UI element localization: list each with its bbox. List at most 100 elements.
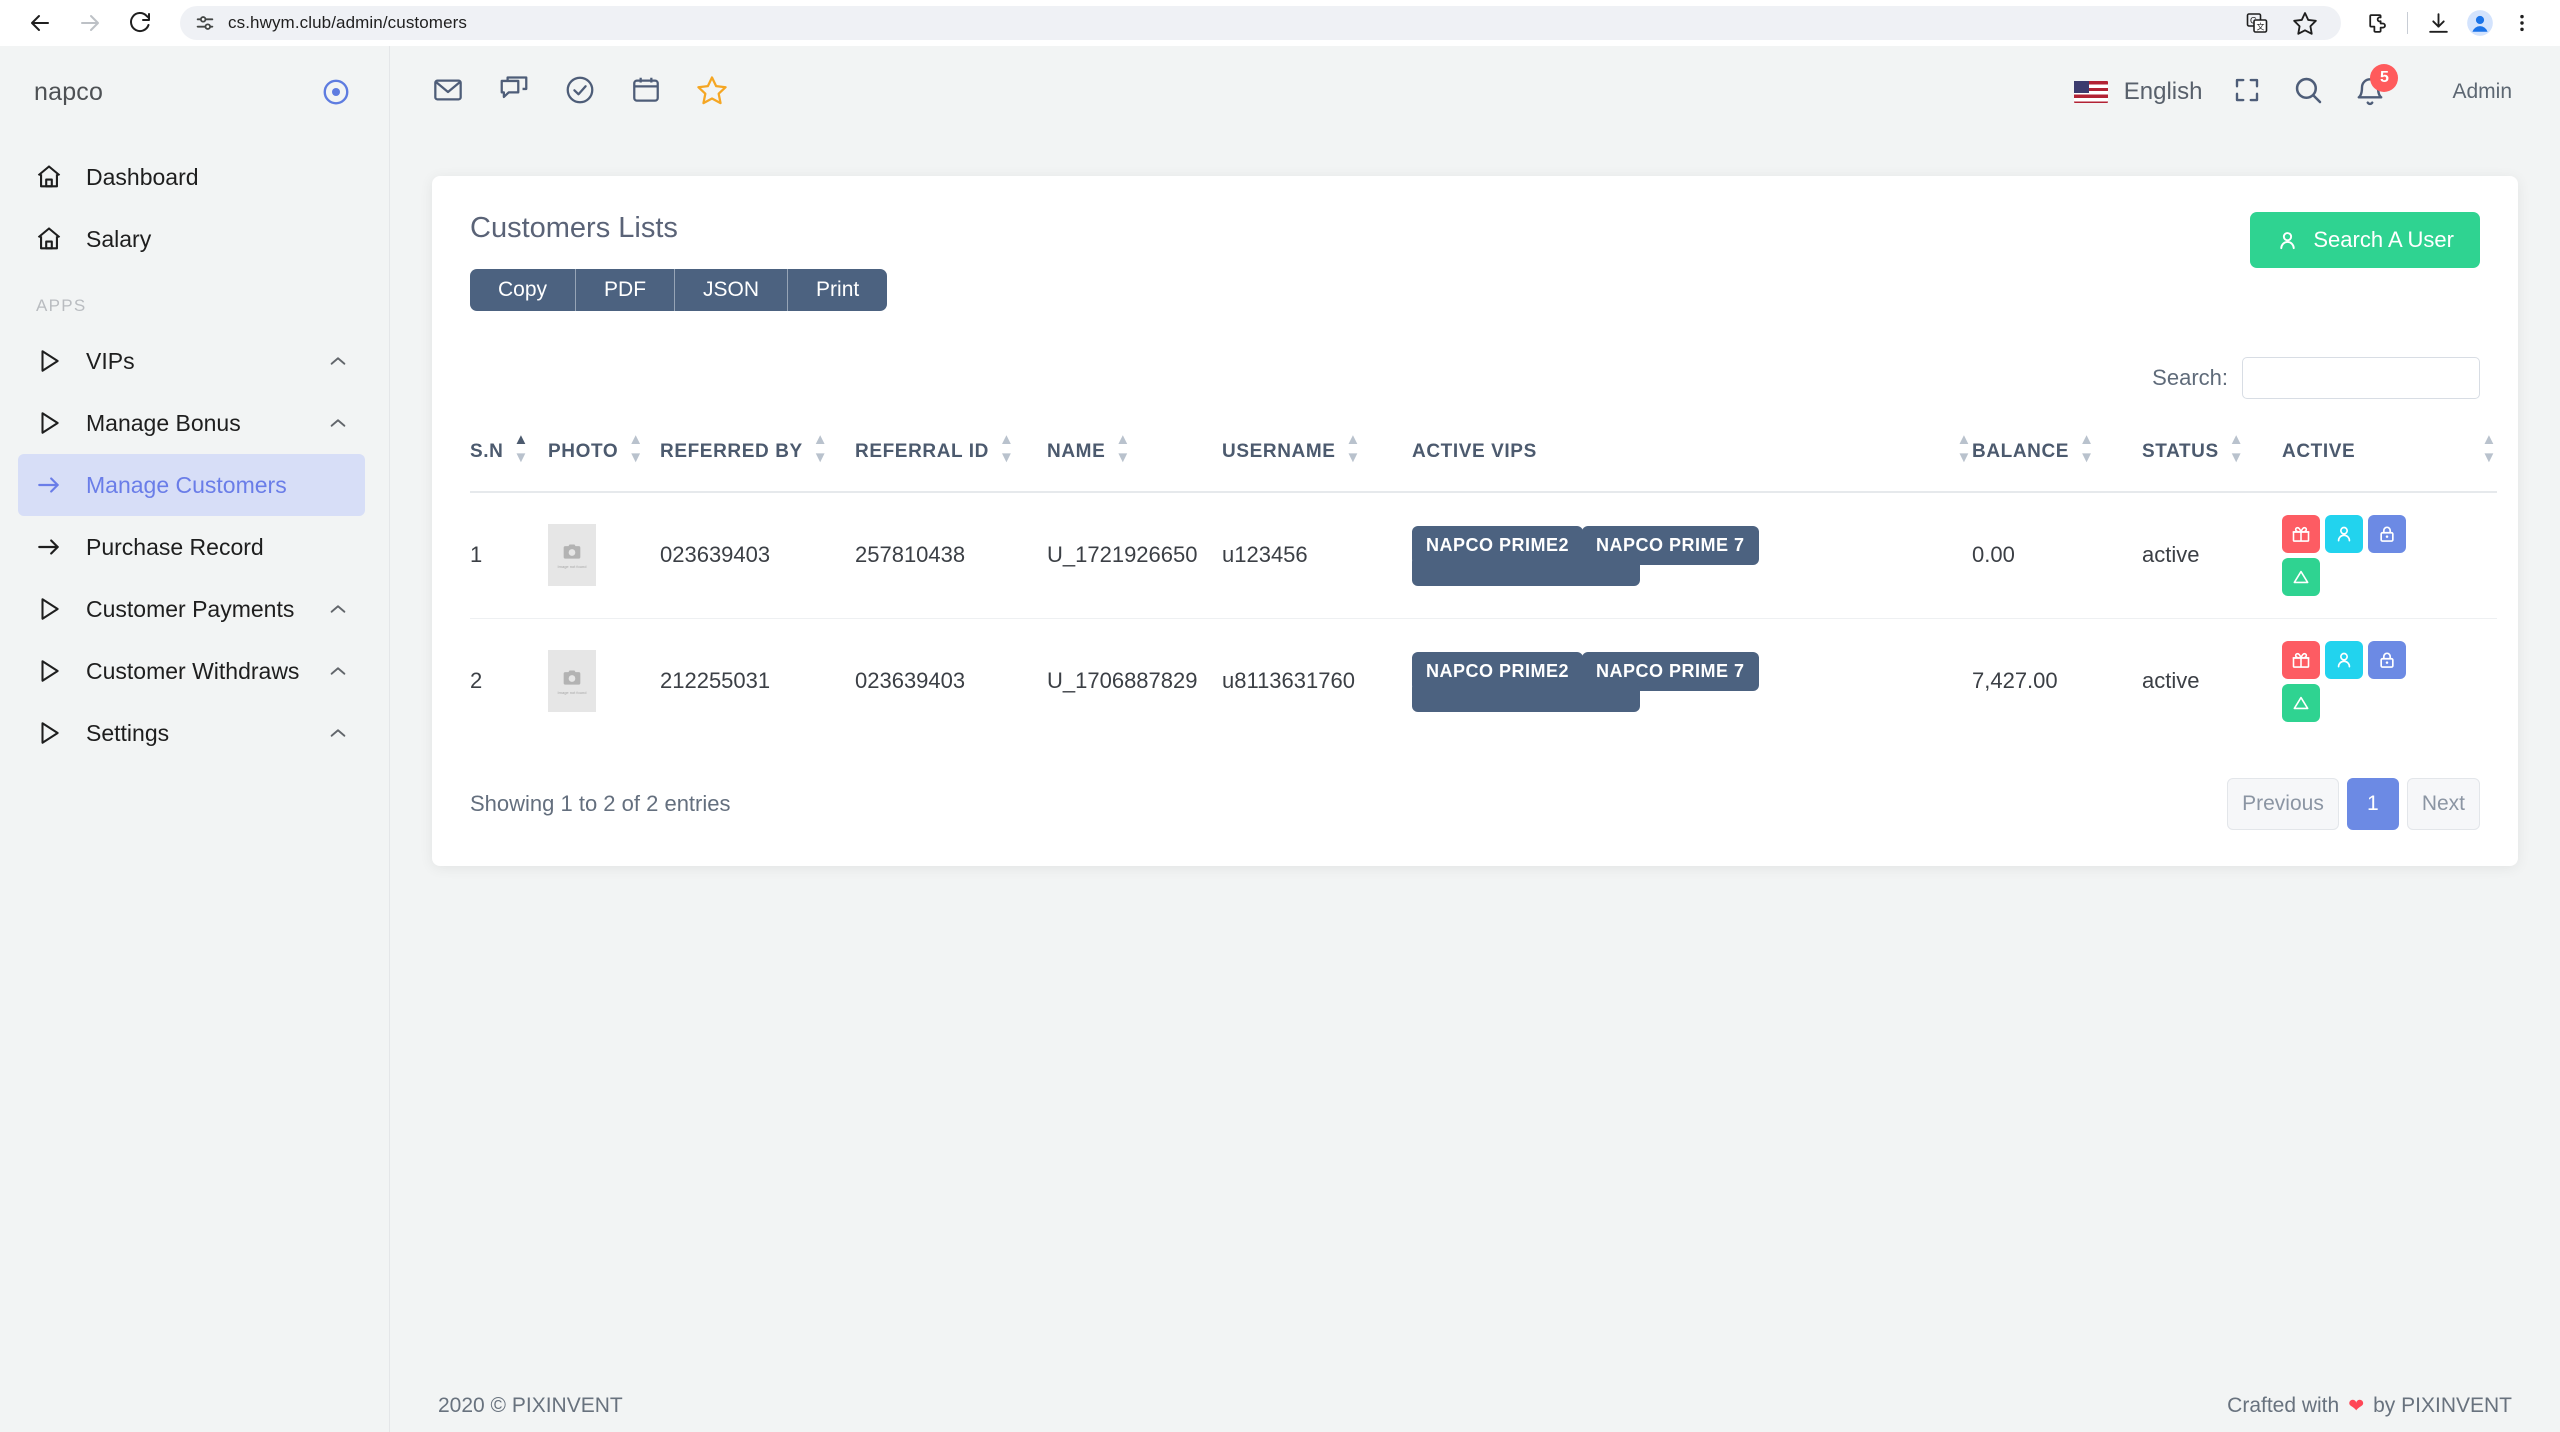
upgrade-button[interactable] [2282, 684, 2320, 722]
table-row[interactable]: 1 Image not found 023639403 257810438 U_… [470, 492, 2497, 619]
column-header-referral-id[interactable]: REFERRAL ID ▲▼ [855, 425, 1047, 492]
column-header-photo[interactable]: PHOTO▲▼ [548, 425, 660, 492]
json-button[interactable]: JSON [675, 269, 788, 311]
table-footer: Showing 1 to 2 of 2 entries Previous 1 N… [470, 778, 2480, 830]
sidebar-brand[interactable]: napco [0, 46, 389, 138]
fullscreen-button[interactable] [2232, 75, 2262, 110]
star-icon [2292, 10, 2318, 36]
forward-arrow-icon [78, 11, 102, 35]
column-header-status[interactable]: STATUS ▲▼ [2142, 425, 2282, 492]
sidebar-item-manage-bonus[interactable]: Manage Bonus [18, 392, 365, 454]
check-circle-icon[interactable] [564, 74, 596, 111]
reload-button[interactable] [118, 1, 162, 45]
column-label: ACTIVE VIPS [1412, 439, 1537, 465]
puzzle-icon [2365, 11, 2390, 36]
cell-username: u123456 [1222, 492, 1412, 619]
lock-button[interactable] [2368, 515, 2406, 553]
column-label: STATUS [2142, 439, 2219, 465]
sidebar-item-salary[interactable]: Salary [18, 208, 365, 270]
sidebar-item-label: Customer Withdraws [86, 658, 299, 685]
sort-arrows-icon[interactable]: ▲▼ [1957, 436, 1972, 461]
calendar-icon[interactable] [630, 74, 662, 111]
sidebar-item-purchase-record[interactable]: Purchase Record [18, 516, 365, 578]
sort-arrows-icon[interactable]: ▲▼ [2482, 436, 2497, 461]
site-settings-icon[interactable] [194, 12, 216, 34]
gift-button[interactable] [2282, 515, 2320, 553]
sidebar-item-label: Manage Bonus [86, 410, 241, 437]
language-selector[interactable]: English [2074, 78, 2203, 106]
topbar-right-actions: English 5 Admin [2074, 74, 2512, 111]
play-triangle-icon [34, 656, 64, 686]
column-header-active-vips[interactable]: ACTIVE VIPS ▲▼ [1412, 425, 1972, 492]
upgrade-button[interactable] [2282, 558, 2320, 596]
export-button-group: Copy PDF JSON Print [470, 269, 887, 311]
view-user-button[interactable] [2325, 641, 2363, 679]
forward-button[interactable] [68, 1, 112, 45]
pagination-previous[interactable]: Previous [2227, 778, 2339, 830]
sidebar-item-dashboard[interactable]: Dashboard [18, 146, 365, 208]
customers-table: S.N▲▼ PHOTO▲▼ REFERRED BY▲▼ REFERRAL ID ▲… [470, 425, 2497, 744]
column-header-balance[interactable]: BALANCE ▲▼ [1972, 425, 2142, 492]
pdf-button[interactable]: PDF [576, 269, 675, 311]
sidebar-item-settings[interactable]: Settings [18, 702, 365, 764]
column-label: BALANCE [1972, 439, 2069, 465]
sidebar-item-manage-customers[interactable]: Manage Customers [18, 454, 365, 516]
sort-arrows-icon[interactable]: ▲▼ [813, 436, 828, 461]
sort-arrows-icon[interactable]: ▲▼ [1346, 436, 1361, 461]
sort-arrows-icon[interactable]: ▲▼ [628, 436, 643, 461]
search-a-user-button[interactable]: Search A User [2250, 212, 2480, 268]
column-header-username[interactable]: USERNAME▲▼ [1222, 425, 1412, 492]
sidebar-item-label: Customer Payments [86, 596, 294, 623]
sidebar-item-customer-payments[interactable]: Customer Payments [18, 578, 365, 640]
chevron-up-icon[interactable] [327, 598, 349, 620]
pagination-page-1[interactable]: 1 [2347, 778, 2399, 830]
table-row[interactable]: 2 Image not found 212255031 023639403 U_… [470, 618, 2497, 744]
sort-arrows-icon[interactable]: ▲▼ [999, 436, 1014, 461]
pagination-next[interactable]: Next [2407, 778, 2480, 830]
sort-arrows-icon[interactable]: ▲▼ [513, 436, 528, 461]
print-button[interactable]: Print [788, 269, 887, 311]
chat-icon[interactable] [498, 74, 530, 111]
cell-referred-by: 212255031 [660, 618, 855, 744]
translate-button[interactable]: G文 [2235, 1, 2279, 45]
view-user-button[interactable] [2325, 515, 2363, 553]
heart-icon: ❤ [2348, 1395, 2364, 1418]
chevron-up-icon[interactable] [327, 722, 349, 744]
search-input[interactable] [2242, 357, 2480, 399]
search-icon [2292, 74, 2324, 106]
gift-button[interactable] [2282, 641, 2320, 679]
address-bar[interactable]: cs.hwym.club/admin/customers G文 [180, 6, 2341, 40]
user-label[interactable]: Admin [2452, 80, 2512, 104]
search-button[interactable] [2292, 74, 2324, 111]
column-header-name[interactable]: NAME▲▼ [1047, 425, 1222, 492]
column-label: REFERRAL ID [855, 439, 989, 465]
sidebar-pin-toggle[interactable] [321, 77, 351, 107]
mail-icon[interactable] [432, 74, 464, 111]
cell-actions [2282, 492, 2497, 619]
column-header-sn[interactable]: S.N▲▼ [470, 425, 548, 492]
sidebar-item-label: Settings [86, 720, 169, 747]
star-icon[interactable] [696, 74, 728, 111]
column-header-referred-by[interactable]: REFERRED BY▲▼ [660, 425, 855, 492]
lock-button[interactable] [2368, 641, 2406, 679]
chevron-up-icon[interactable] [327, 412, 349, 434]
sort-arrows-icon[interactable]: ▲▼ [1115, 436, 1130, 461]
row-action-buttons [2282, 641, 2408, 722]
sidebar-item-vips[interactable]: VIPs [18, 330, 365, 392]
browser-toolbar: cs.hwym.club/admin/customers G文 [0, 0, 2560, 46]
notifications-button[interactable]: 5 [2354, 76, 2386, 108]
downloads-button[interactable] [2418, 3, 2458, 43]
sort-arrows-icon[interactable]: ▲▼ [2079, 436, 2094, 461]
chrome-menu-button[interactable] [2502, 3, 2542, 43]
bookmark-button[interactable] [2283, 1, 2327, 45]
cell-status: active [2142, 618, 2282, 744]
extensions-button[interactable] [2357, 3, 2397, 43]
sidebar-item-customer-withdraws[interactable]: Customer Withdraws [18, 640, 365, 702]
chevron-up-icon[interactable] [327, 350, 349, 372]
back-button[interactable] [18, 1, 62, 45]
sort-arrows-icon[interactable]: ▲▼ [2229, 436, 2244, 461]
chevron-up-icon[interactable] [327, 660, 349, 682]
copy-button[interactable]: Copy [470, 269, 576, 311]
column-header-active[interactable]: ACTIVE▲▼ [2282, 425, 2497, 492]
profile-button[interactable] [2460, 3, 2500, 43]
